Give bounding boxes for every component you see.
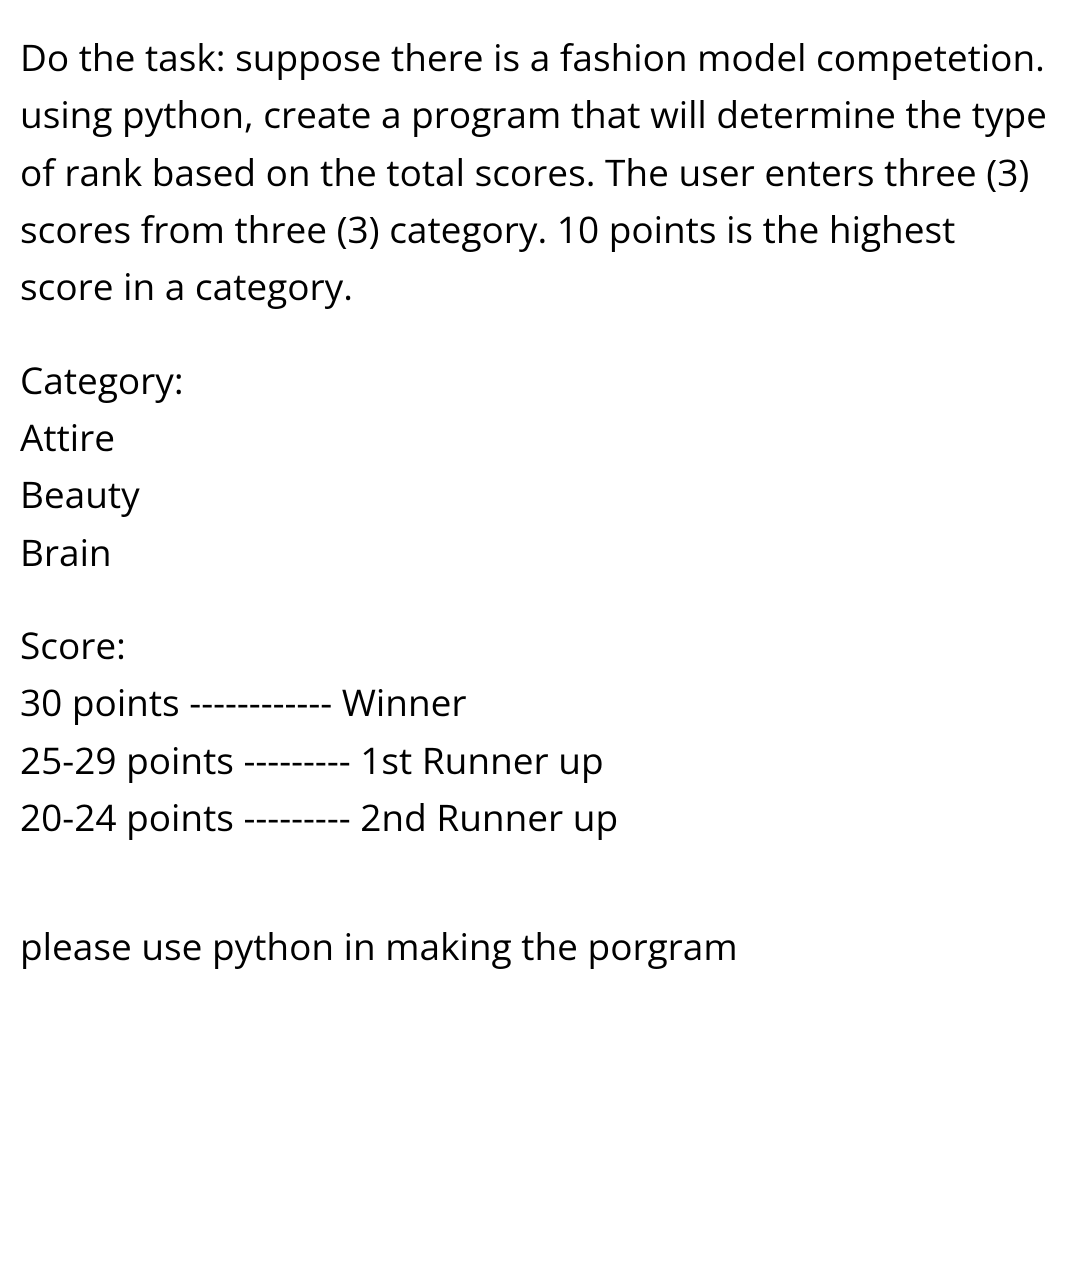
category-item: Brain bbox=[20, 523, 1049, 580]
category-item: Beauty bbox=[20, 465, 1049, 522]
task-description: Do the task: suppose there is a fashion … bbox=[20, 28, 1049, 315]
score-section: Score: 30 points ------------ Winner 25-… bbox=[20, 616, 1049, 845]
score-line: 25-29 points --------- 1st Runner up bbox=[20, 731, 1049, 788]
footer-note: please use python in making the porgram bbox=[20, 917, 1049, 974]
score-header: Score: bbox=[20, 616, 1049, 673]
score-line: 30 points ------------ Winner bbox=[20, 673, 1049, 730]
category-item: Attire bbox=[20, 408, 1049, 465]
category-header: Category: bbox=[20, 351, 1049, 408]
category-section: Category: Attire Beauty Brain bbox=[20, 351, 1049, 580]
score-line: 20-24 points --------- 2nd Runner up bbox=[20, 788, 1049, 845]
